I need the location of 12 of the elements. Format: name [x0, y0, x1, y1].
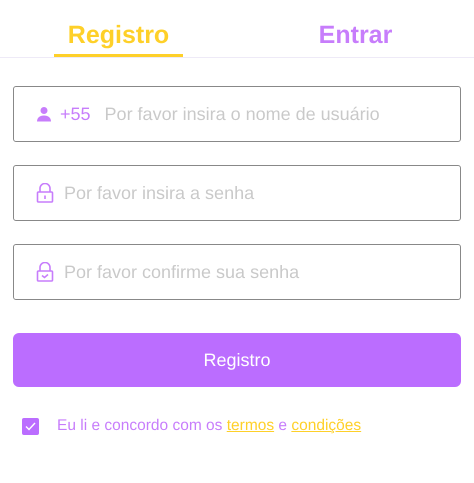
user-icon [36, 106, 52, 122]
check-icon [25, 422, 36, 430]
terms-link[interactable]: termos [226, 417, 274, 434]
agreement-text: Eu li e concordo com os termos e condições [57, 417, 362, 435]
tab[interactable]: Entrar [304, 0, 406, 57]
tab[interactable]: Registro [54, 0, 184, 57]
country-code: +55 [60, 104, 91, 124]
lock-check-icon [36, 262, 54, 282]
conditions-link[interactable]: condições [291, 417, 362, 434]
register-button[interactable]: Registro [13, 333, 461, 387]
agree-checkbox[interactable] [22, 418, 39, 434]
lock-icon [36, 183, 54, 203]
